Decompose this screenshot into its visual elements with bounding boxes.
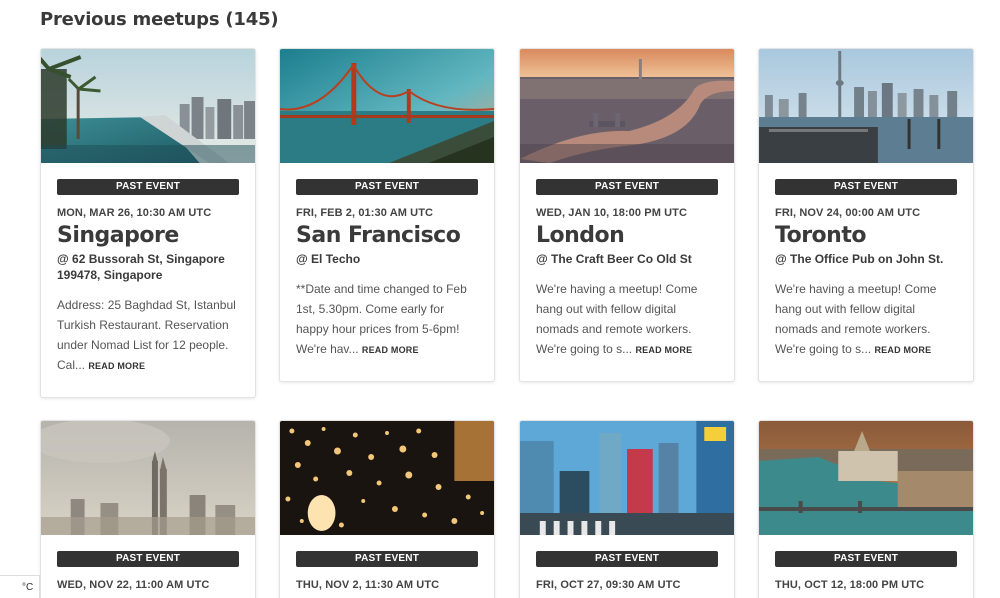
- meetup-grid: PAST EVENT MON, MAR 26, 10:30 AM UTC Sin…: [40, 48, 974, 598]
- city-photo-london: [520, 49, 734, 163]
- event-description-text: Address: 25 Baghdad St, Istanbul Turkish…: [57, 298, 236, 372]
- past-event-badge: PAST EVENT: [775, 179, 957, 195]
- meetup-card-toronto[interactable]: PAST EVENT FRI, NOV 24, 00:00 AM UTC Tor…: [758, 48, 974, 382]
- past-event-badge: PAST EVENT: [57, 551, 239, 567]
- event-description: We're having a meetup! Come hang out wit…: [775, 279, 957, 360]
- past-event-badge: PAST EVENT: [296, 179, 478, 195]
- event-date: FRI, FEB 2, 01:30 AM UTC: [296, 207, 434, 219]
- past-event-badge: PAST EVENT: [536, 551, 718, 567]
- meetup-card-budapest[interactable]: PAST EVENT THU, OCT 12, 18:00 PM UTC: [758, 420, 974, 598]
- meetup-card-london[interactable]: PAST EVENT WED, JAN 10, 18:00 PM UTC Lon…: [519, 48, 735, 382]
- city-photo-misty-city: [41, 421, 255, 535]
- event-date: THU, NOV 2, 11:30 AM UTC: [296, 579, 440, 591]
- temperature-unit-toggle[interactable]: °C: [0, 575, 40, 598]
- event-date: FRI, OCT 27, 09:30 AM UTC: [536, 579, 681, 591]
- read-more-link[interactable]: READ MORE: [88, 361, 145, 371]
- city-photo-san-francisco: [280, 49, 494, 163]
- event-date: MON, MAR 26, 10:30 AM UTC: [57, 207, 212, 219]
- event-city: London: [536, 223, 625, 248]
- event-date: THU, OCT 12, 18:00 PM UTC: [775, 579, 925, 591]
- past-event-badge: PAST EVENT: [775, 551, 957, 567]
- read-more-link[interactable]: READ MORE: [874, 345, 931, 355]
- past-event-badge: PAST EVENT: [296, 551, 478, 567]
- read-more-link[interactable]: READ MORE: [362, 345, 419, 355]
- city-photo-lanterns: [280, 421, 494, 535]
- read-more-link[interactable]: READ MORE: [635, 345, 692, 355]
- event-description: **Date and time changed to Feb 1st, 5.30…: [296, 279, 478, 360]
- event-city: Singapore: [57, 223, 179, 248]
- event-city: San Francisco: [296, 223, 461, 248]
- city-photo-toronto: [759, 49, 973, 163]
- event-date: WED, JAN 10, 18:00 PM UTC: [536, 207, 688, 219]
- past-event-badge: PAST EVENT: [57, 179, 239, 195]
- event-description: We're having a meetup! Come hang out wit…: [536, 279, 718, 360]
- meetup-card-singapore[interactable]: PAST EVENT MON, MAR 26, 10:30 AM UTC Sin…: [40, 48, 256, 398]
- event-description: Address: 25 Baghdad St, Istanbul Turkish…: [57, 295, 239, 376]
- event-venue: @ The Office Pub on John St.: [775, 252, 944, 266]
- section-title: Previous meetups (145): [40, 9, 279, 30]
- meetup-card-tokyo[interactable]: PAST EVENT FRI, OCT 27, 09:30 AM UTC: [519, 420, 735, 598]
- event-venue: @ 62 Bussorah St, Singapore 199478, Sing…: [57, 252, 225, 282]
- city-photo-tokyo: [520, 421, 734, 535]
- event-venue: @ El Techo: [296, 252, 361, 266]
- meetup-card-lanterns[interactable]: PAST EVENT THU, NOV 2, 11:30 AM UTC: [279, 420, 495, 598]
- city-photo-singapore: [41, 49, 255, 163]
- past-event-badge: PAST EVENT: [536, 179, 718, 195]
- event-city: Toronto: [775, 223, 866, 248]
- event-date: WED, NOV 22, 11:00 AM UTC: [57, 579, 210, 591]
- city-photo-budapest: [759, 421, 973, 535]
- meetup-card-misty-city[interactable]: PAST EVENT WED, NOV 22, 11:00 AM UTC: [40, 420, 256, 598]
- meetup-card-san-francisco[interactable]: PAST EVENT FRI, FEB 2, 01:30 AM UTC San …: [279, 48, 495, 382]
- event-venue: @ The Craft Beer Co Old St: [536, 252, 692, 266]
- event-date: FRI, NOV 24, 00:00 AM UTC: [775, 207, 921, 219]
